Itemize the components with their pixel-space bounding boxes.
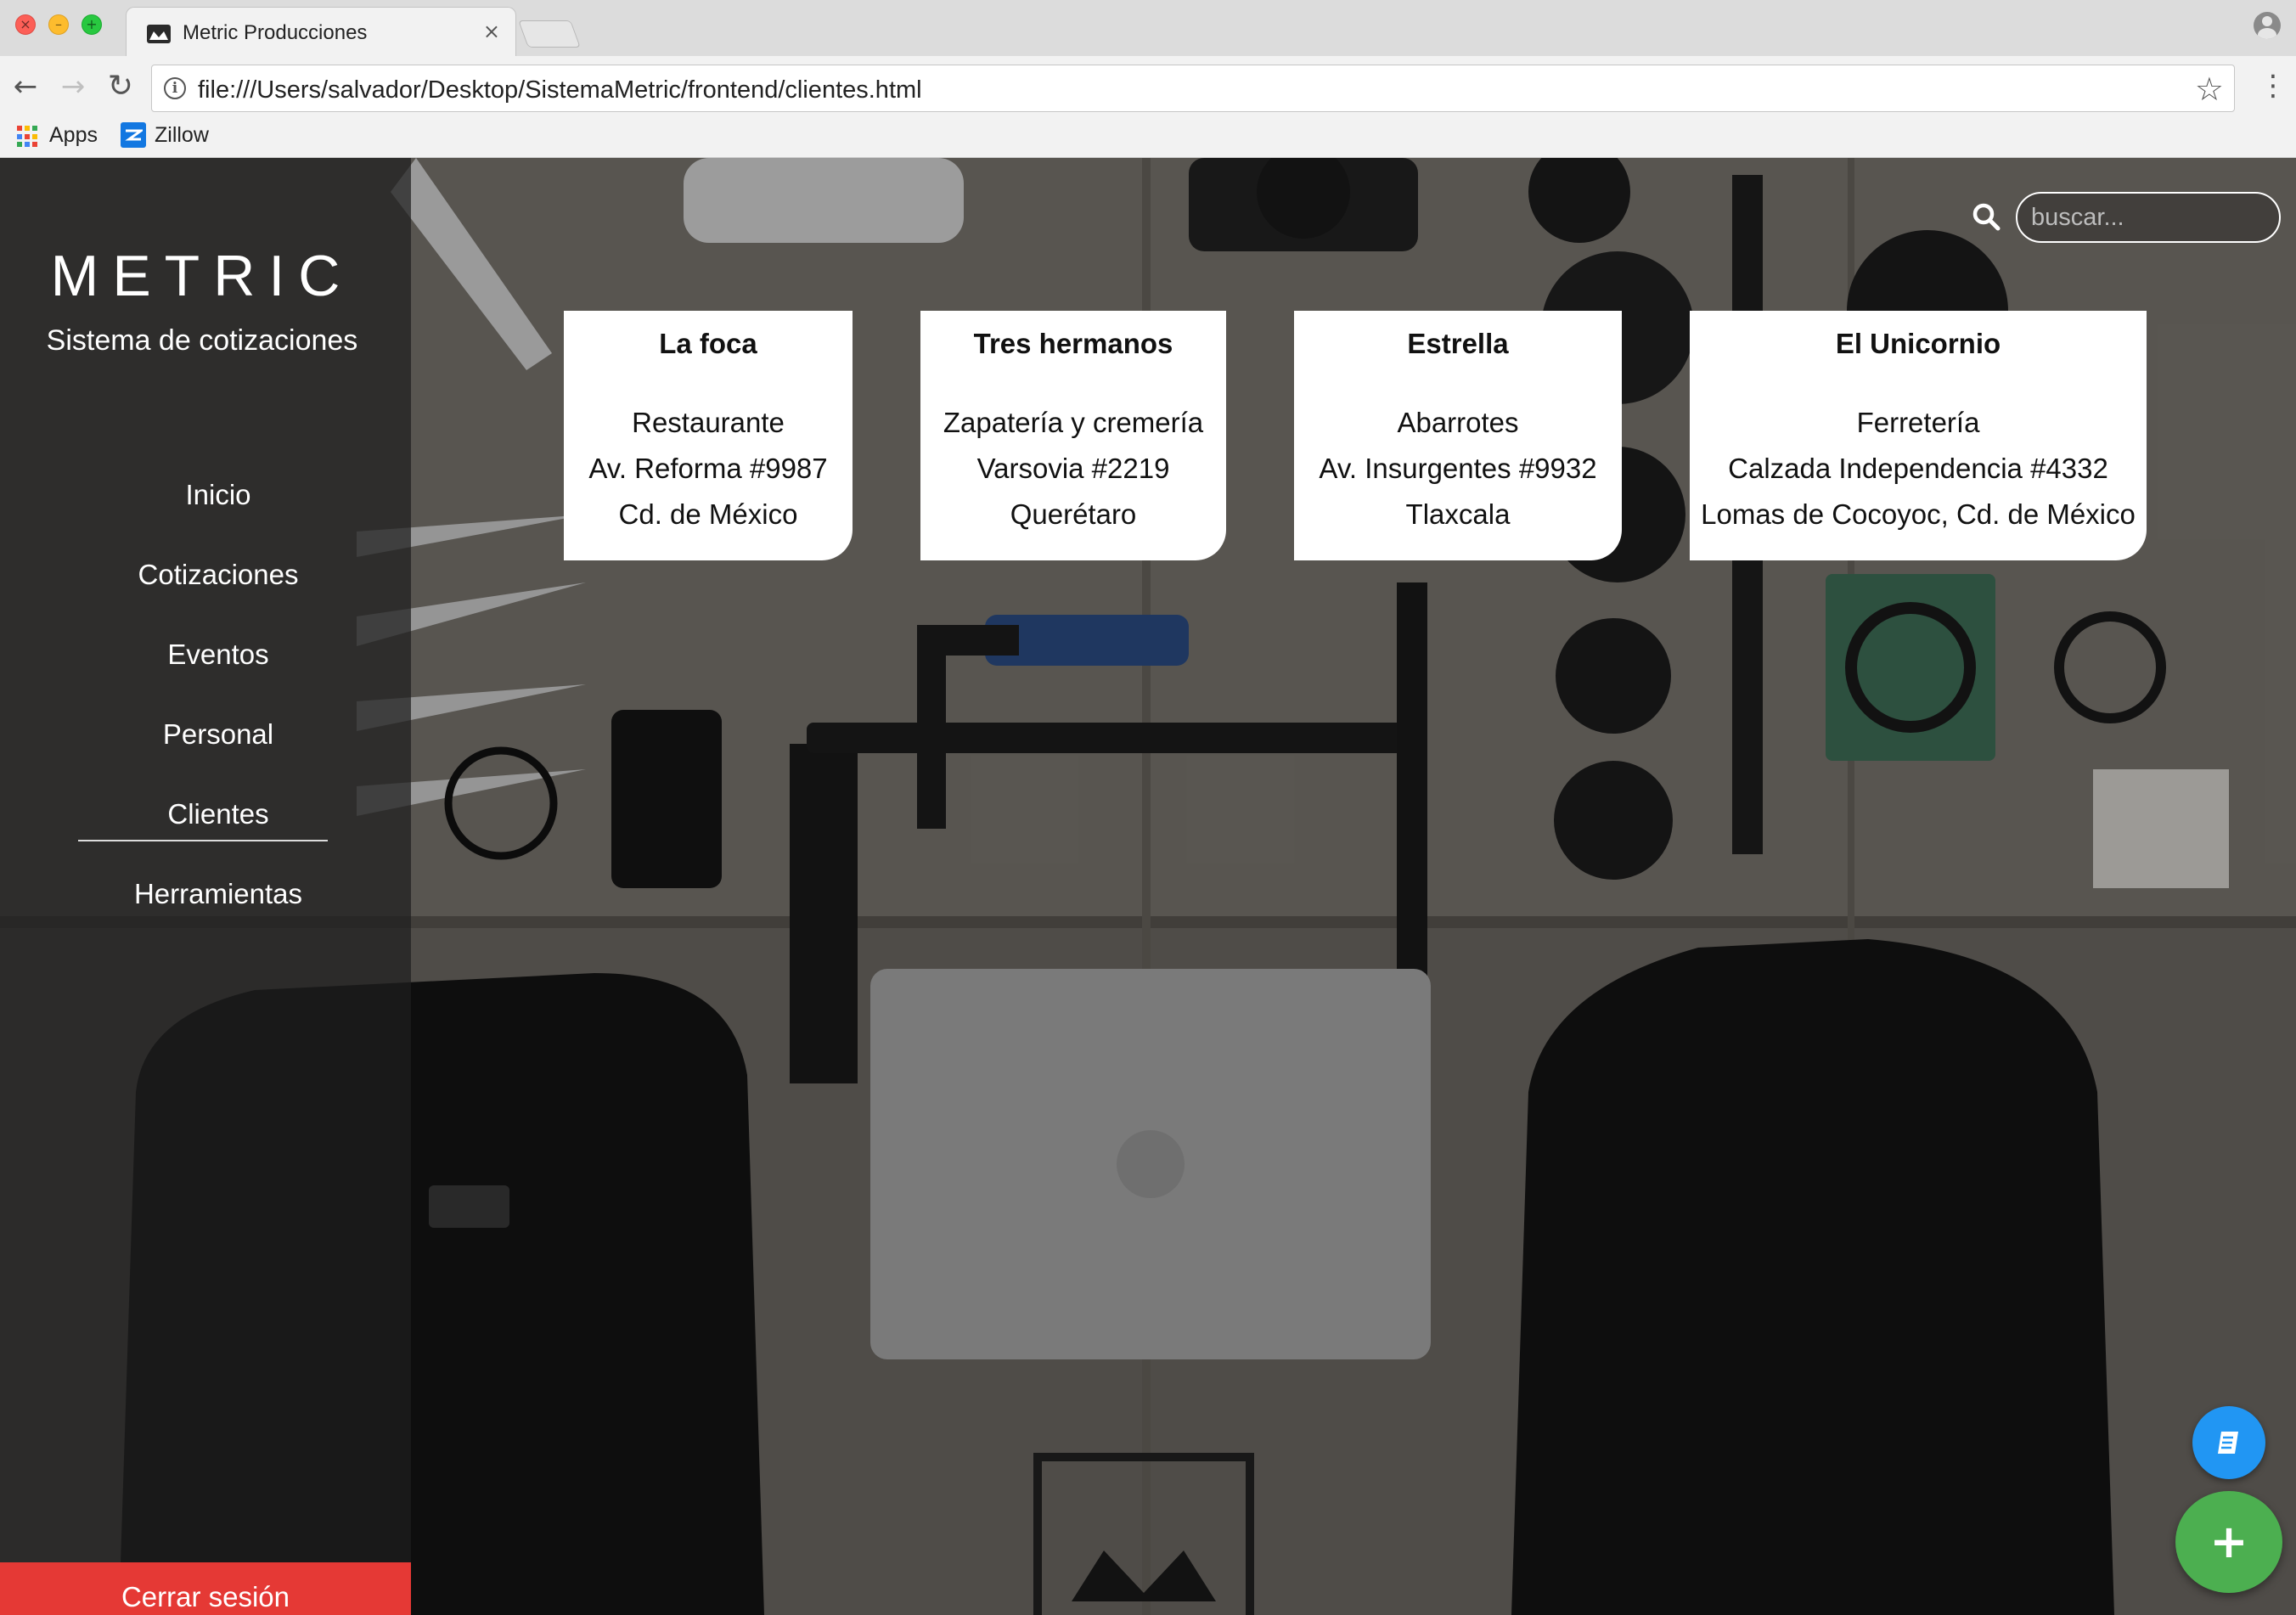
zillow-icon[interactable] — [121, 122, 146, 148]
sidebar-item-eventos[interactable]: Eventos — [0, 615, 436, 695]
browser-toolbar: ← → ↻ i file:///Users/salvador/Desktop/S… — [0, 56, 2296, 121]
back-arrow-icon[interactable]: ← — [7, 68, 44, 105]
client-type: Abarrotes — [1397, 407, 1519, 438]
bookmark-apps[interactable]: Apps — [49, 121, 98, 149]
client-address: Calzada Independencia #4332 — [1728, 453, 2108, 484]
client-address: Av. Insurgentes #9932 — [1319, 453, 1597, 484]
page-content: METRIC Sistema de cotizaciones Inicio Co… — [0, 158, 2296, 1615]
client-address: Av. Reforma #9987 — [588, 453, 828, 484]
apps-grid-icon[interactable] — [17, 126, 39, 148]
client-name: El Unicornio — [1835, 328, 2001, 359]
address-bar[interactable]: i file:///Users/salvador/Desktop/Sistema… — [151, 65, 2235, 112]
client-type: Zapatería y cremería — [943, 407, 1204, 438]
sidebar-menu: Inicio Cotizaciones Eventos Personal Cli… — [0, 455, 436, 934]
fullscreen-icon: + — [86, 16, 98, 32]
browser-tab-active[interactable]: Metric Producciones × — [126, 7, 516, 56]
logout-button[interactable]: Cerrar sesión — [0, 1562, 411, 1615]
client-city: Tlaxcala — [1405, 498, 1511, 530]
client-name: La foca — [659, 328, 757, 359]
sidebar-item-personal[interactable]: Personal — [0, 695, 436, 774]
new-tab-button[interactable] — [518, 20, 581, 48]
client-name: Tres hermanos — [973, 328, 1173, 359]
brand-logo: METRIC — [50, 244, 354, 308]
client-type: Ferretería — [1856, 407, 1980, 438]
reports-fab-button[interactable] — [2192, 1406, 2265, 1479]
client-card[interactable]: Tres hermanos Zapatería y cremería Varso… — [920, 311, 1226, 560]
client-city: Querétaro — [1010, 498, 1137, 530]
client-city: Lomas de Cocoyoc, Cd. de México — [1701, 498, 2136, 530]
client-city: Cd. de México — [618, 498, 798, 530]
minimize-window-button[interactable]: – — [48, 14, 69, 35]
tab-title: Metric Producciones — [183, 21, 368, 44]
url-text[interactable]: file:///Users/salvador/Desktop/SistemaMe… — [198, 76, 922, 104]
search-icon[interactable] — [1972, 202, 2002, 233]
bookmark-star-icon[interactable]: ☆ — [2195, 70, 2224, 108]
bookmark-zillow[interactable]: Zillow — [155, 121, 209, 149]
client-address: Varsovia #2219 — [976, 453, 1170, 484]
book-icon — [2218, 1432, 2238, 1454]
client-type: Restaurante — [632, 407, 785, 438]
sidebar-item-herramientas[interactable]: Herramientas — [0, 854, 436, 934]
minimize-icon: – — [55, 16, 62, 32]
sidebar: METRIC Sistema de cotizaciones Inicio Co… — [0, 158, 411, 1615]
metric-favicon-icon — [147, 25, 171, 43]
forward-arrow-icon[interactable]: → — [54, 68, 92, 105]
brand-subtitle: Sistema de cotizaciones — [46, 324, 358, 357]
client-card[interactable]: Estrella Abarrotes Av. Insurgentes #9932… — [1294, 311, 1622, 560]
maximize-window-button[interactable]: + — [82, 14, 102, 35]
bookmarks-bar: Apps Zillow — [0, 121, 2296, 158]
client-name: Estrella — [1407, 328, 1509, 359]
reload-icon[interactable]: ↻ — [102, 68, 139, 105]
sidebar-item-clientes[interactable]: Clientes — [0, 774, 436, 854]
close-window-button[interactable]: × — [15, 14, 36, 35]
add-client-fab-button[interactable]: + — [2175, 1491, 2282, 1593]
sidebar-item-cotizaciones[interactable]: Cotizaciones — [0, 535, 436, 615]
client-card[interactable]: El Unicornio Ferretería Calzada Independ… — [1690, 311, 2147, 560]
info-icon[interactable]: i — [164, 77, 186, 99]
sidebar-item-inicio[interactable]: Inicio — [0, 455, 436, 535]
browser-menu-icon[interactable]: ⋮ — [2259, 71, 2288, 100]
profile-icon[interactable] — [2254, 12, 2281, 39]
active-item-underline — [78, 840, 328, 841]
search-input[interactable] — [2016, 192, 2281, 243]
client-card[interactable]: La foca Restaurante Av. Reforma #9987 Cd… — [564, 311, 853, 560]
close-icon: × — [20, 16, 31, 32]
tab-close-icon[interactable]: × — [483, 20, 500, 43]
browser-tabstrip: × – + Metric Producciones × — [0, 0, 2296, 56]
